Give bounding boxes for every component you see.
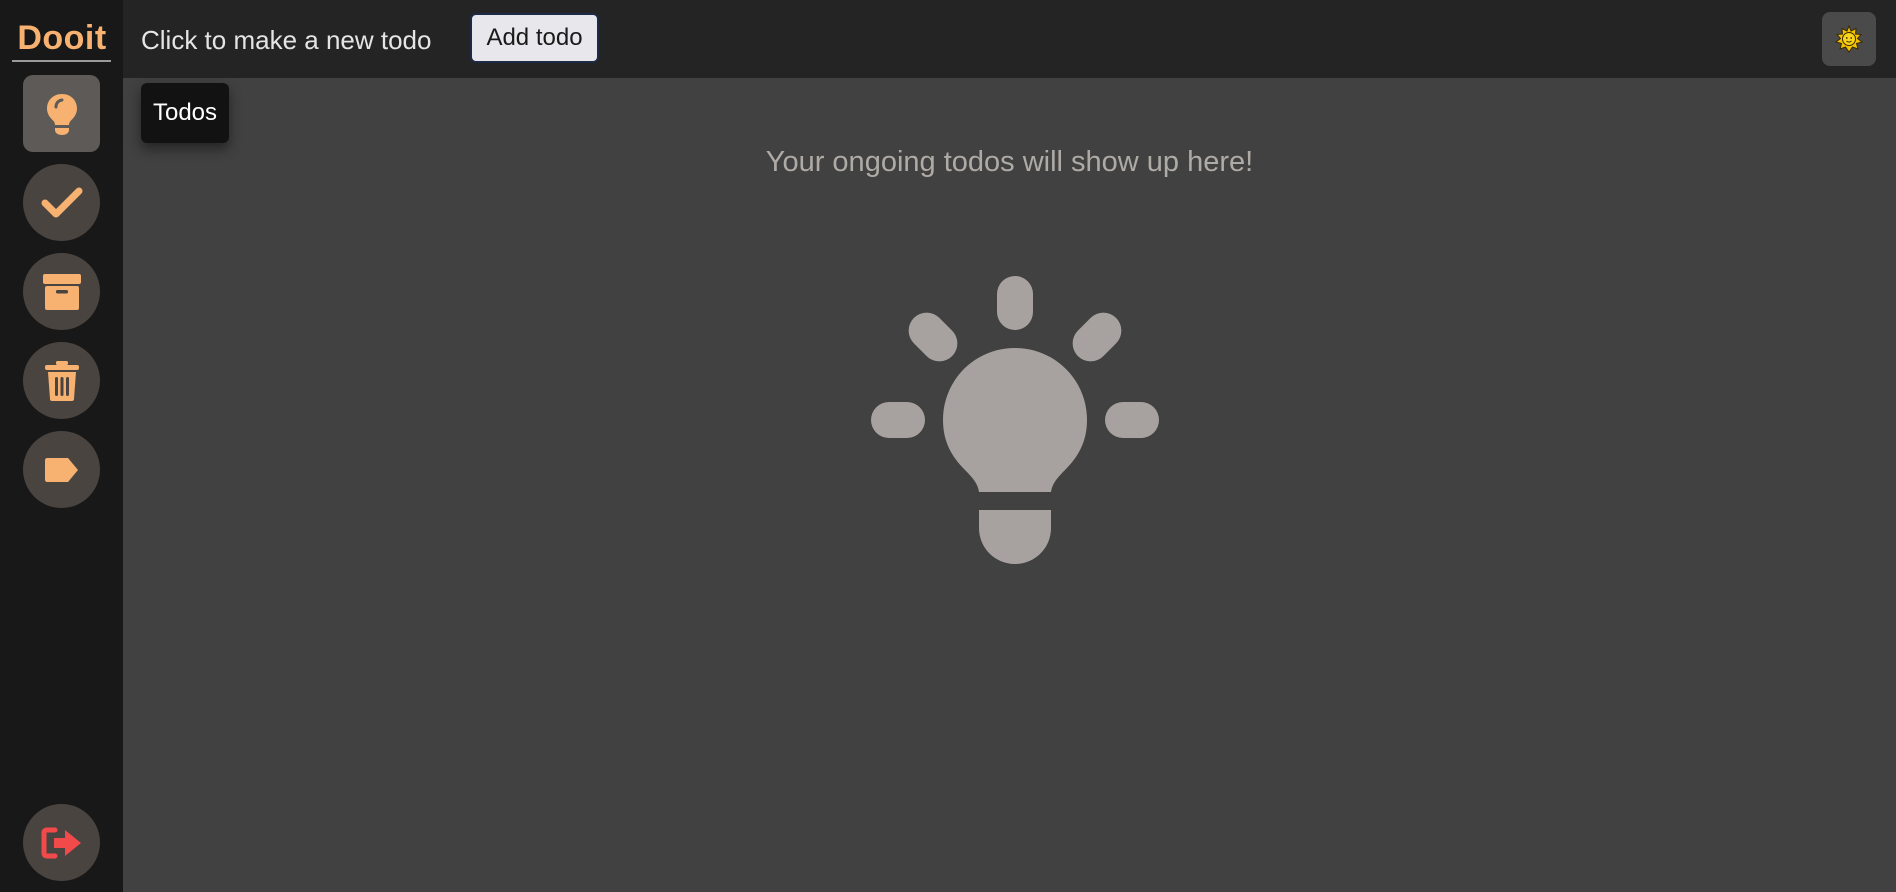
sidebar-item-labels[interactable]	[23, 431, 100, 508]
logout-icon	[41, 827, 81, 858]
new-todo-prompt: Click to make a new todo	[141, 25, 432, 55]
theme-toggle-button[interactable]	[1822, 12, 1876, 66]
app-logo[interactable]: Dooit	[12, 18, 112, 58]
lightbulb-icon	[46, 93, 77, 135]
add-todo-button[interactable]: Add todo	[470, 13, 599, 63]
logout-button[interactable]	[23, 804, 100, 881]
empty-state-message: Your ongoing todos will show up here!	[765, 146, 1254, 178]
sidebar-tooltip: Todos	[141, 83, 229, 143]
sidebar-item-completed[interactable]	[23, 164, 100, 241]
checkmark-icon	[41, 187, 82, 217]
tag-icon	[44, 457, 78, 482]
sidebar-item-archive[interactable]	[23, 253, 100, 330]
archive-box-icon	[42, 273, 81, 310]
sidebar: Dooit	[0, 0, 123, 892]
trash-icon	[44, 360, 79, 401]
sidebar-item-trash[interactable]	[23, 342, 100, 419]
lightbulb-icon	[871, 276, 1159, 564]
logo-underline	[12, 60, 111, 62]
sun-icon	[1835, 25, 1863, 53]
sidebar-item-todos[interactable]	[23, 75, 100, 152]
